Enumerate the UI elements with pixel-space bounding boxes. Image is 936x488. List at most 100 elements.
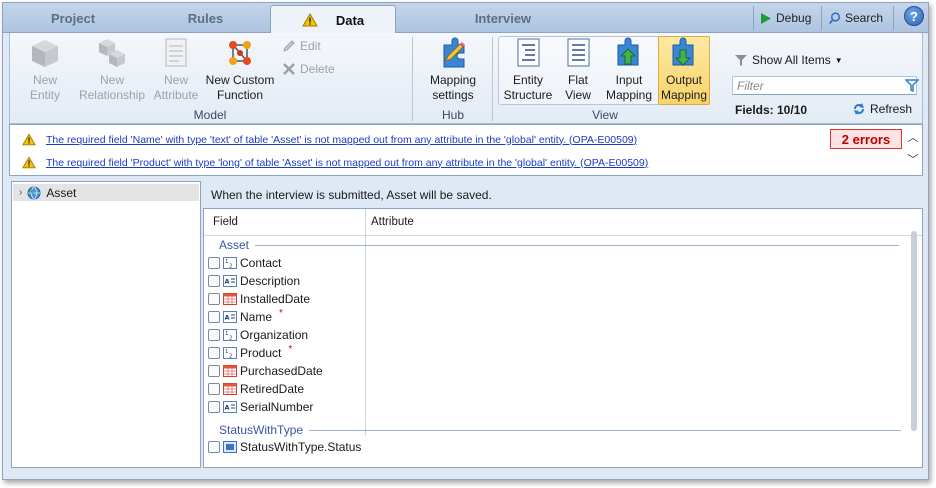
- ribbon-separator: [492, 37, 493, 121]
- tab-project[interactable]: Project: [3, 3, 143, 33]
- delete-button[interactable]: Delete: [282, 62, 335, 76]
- field-row[interactable]: PurchasedDate: [208, 362, 323, 379]
- edit-button[interactable]: Edit: [282, 39, 321, 53]
- chevron-down-icon[interactable]: ﹀: [906, 149, 920, 171]
- svg-text:1: 1: [225, 331, 229, 337]
- error-count-badge[interactable]: 2 errors: [830, 129, 902, 149]
- text-type-icon: A: [223, 274, 237, 287]
- chevron-down-icon: ▼: [834, 55, 843, 65]
- message-scroller[interactable]: ︿ ﹀: [906, 127, 920, 171]
- svg-text:A: A: [225, 403, 230, 411]
- scrollbar-thumb[interactable]: [911, 231, 917, 431]
- field-row[interactable]: StatusWithType.Status: [208, 438, 361, 455]
- field-label: Product: [240, 345, 282, 360]
- debug-label: Debug: [776, 11, 812, 25]
- field-checkbox[interactable]: [208, 256, 220, 269]
- field-checkbox[interactable]: [208, 382, 220, 395]
- warning-icon: [302, 13, 318, 27]
- refresh-button[interactable]: Refresh: [852, 102, 912, 116]
- grid-scrollbar[interactable]: [908, 227, 920, 437]
- field-row[interactable]: A Name *: [208, 308, 283, 325]
- new-relationship-button[interactable]: New Relationship: [72, 37, 152, 103]
- chevron-right-icon[interactable]: ›: [19, 187, 22, 198]
- text-type-icon: A: [223, 310, 237, 323]
- field-checkbox[interactable]: [208, 328, 220, 341]
- input-mapping-button[interactable]: Input Mapping: [602, 37, 656, 103]
- field-label: Description: [240, 273, 301, 288]
- field-checkbox[interactable]: [208, 400, 220, 413]
- model-group-label: Model: [193, 108, 227, 122]
- field-row[interactable]: InstalledDate: [208, 290, 310, 307]
- error-message[interactable]: The required field 'Product' with type '…: [22, 156, 648, 169]
- field-checkbox[interactable]: [208, 274, 220, 287]
- new-entity-label: New Entity: [29, 73, 60, 102]
- new-entity-button[interactable]: New Entity: [20, 37, 70, 103]
- output-mapping-button[interactable]: Output Mapping: [658, 36, 710, 105]
- grid-header: Field Attribute: [204, 209, 922, 236]
- svg-text:2: 2: [229, 353, 233, 359]
- new-custom-function-button[interactable]: New Custom Function: [202, 37, 278, 103]
- delete-label: Delete: [300, 62, 335, 76]
- svg-text:1: 1: [225, 259, 229, 265]
- warning-icon: [22, 156, 36, 169]
- input-mapping-icon: [617, 37, 639, 66]
- search-label: Search: [845, 11, 884, 25]
- save-note: When the interview is submitted, Asset w…: [211, 188, 492, 202]
- help-button[interactable]: ?: [904, 6, 924, 26]
- number-type-icon: 12: [223, 328, 237, 341]
- warning-icon: [22, 133, 36, 146]
- field-row[interactable]: 1 2 Contact: [208, 254, 281, 271]
- svg-text:A: A: [225, 277, 230, 285]
- tree-item-label: Asset: [46, 185, 77, 200]
- entity-structure-icon: [517, 38, 540, 67]
- list-type-icon: [223, 440, 237, 453]
- field-row[interactable]: 1 2 Product *: [208, 344, 292, 361]
- field-checkbox[interactable]: [208, 364, 220, 377]
- field-checkbox[interactable]: [208, 310, 220, 323]
- filter-funnel-icon[interactable]: [905, 79, 919, 92]
- filter-input[interactable]: Filter: [732, 76, 917, 95]
- field-checkbox[interactable]: [208, 440, 220, 453]
- attribute-column-header[interactable]: Attribute: [371, 216, 414, 228]
- chevron-up-icon[interactable]: ︿: [906, 127, 920, 149]
- tab-rules[interactable]: Rules: [143, 3, 268, 33]
- mapping-settings-label: Mapping settings: [429, 73, 477, 102]
- new-relationship-label: New Relationship: [78, 73, 146, 102]
- number-type-icon: 12: [223, 256, 237, 269]
- search-button[interactable]: Search: [821, 6, 889, 30]
- field-row[interactable]: A Description: [208, 272, 300, 289]
- entity-structure-button[interactable]: Entity Structure: [502, 37, 554, 103]
- svg-text:A: A: [225, 313, 230, 321]
- hub-group-label: Hub: [441, 108, 464, 122]
- number-type-icon: 12: [223, 346, 237, 359]
- field-row[interactable]: A SerialNumber: [208, 398, 313, 415]
- tab-data[interactable]: Data: [270, 5, 396, 34]
- field-column-header[interactable]: Field: [213, 216, 238, 228]
- search-icon: [828, 11, 841, 24]
- field-row[interactable]: 1 2 Organization: [208, 326, 308, 343]
- section-divider: [309, 429, 902, 431]
- flat-view-button[interactable]: Flat View: [558, 37, 598, 103]
- field-label: SerialNumber: [240, 399, 314, 414]
- field-row[interactable]: RetiredDate: [208, 380, 304, 397]
- app-window: Project Rules Data Interview Debug Searc…: [2, 2, 929, 480]
- field-label: InstalledDate: [240, 291, 311, 306]
- mapping-settings-button[interactable]: Mapping settings: [420, 37, 486, 103]
- field-checkbox[interactable]: [208, 346, 220, 359]
- show-all-items-dropdown[interactable]: Show All Items ▼: [734, 53, 843, 67]
- refresh-icon: [853, 103, 865, 115]
- show-all-items-label: Show All Items: [752, 53, 831, 67]
- debug-button[interactable]: Debug: [753, 6, 817, 30]
- error-message[interactable]: The required field 'Name' with type 'tex…: [22, 133, 637, 146]
- mapping-panel: When the interview is submitted, Asset w…: [203, 181, 923, 468]
- section-header-statuswithtype: StatusWithType: [219, 423, 902, 437]
- output-mapping-icon: [672, 37, 694, 66]
- tree-item-asset[interactable]: › Asset: [13, 184, 199, 201]
- field-checkbox[interactable]: [208, 292, 220, 305]
- new-attribute-button[interactable]: New Attribute: [148, 37, 204, 103]
- ribbon: New Entity New Relationship New Attribut…: [9, 33, 923, 124]
- tab-interview[interactable]: Interview: [398, 3, 608, 33]
- section-title: Asset: [219, 238, 250, 252]
- edit-label: Edit: [300, 39, 321, 53]
- text-type-icon: A: [223, 400, 237, 413]
